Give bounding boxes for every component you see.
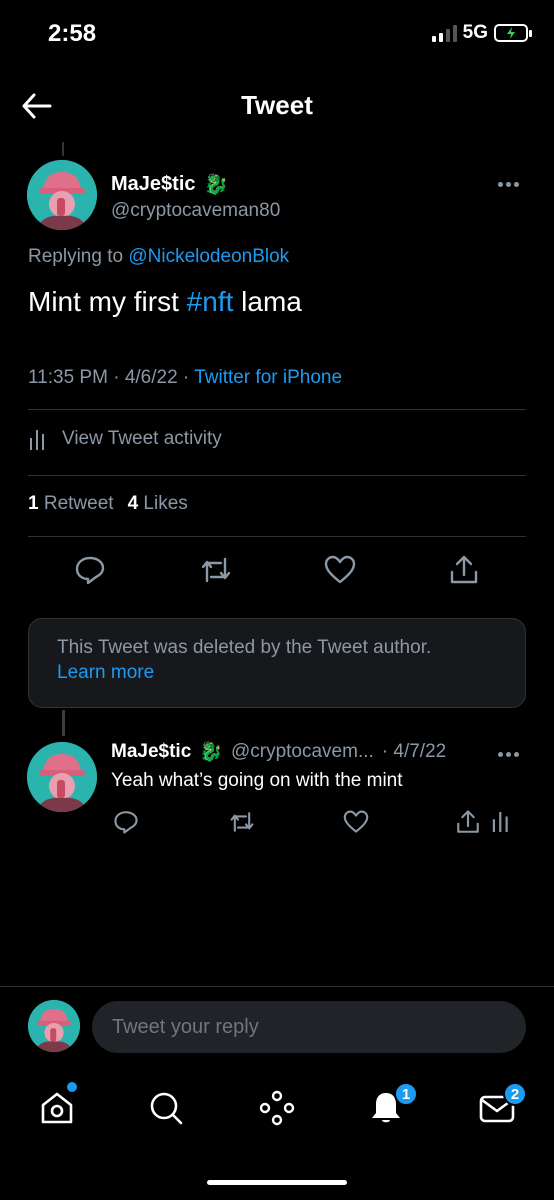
- heart-icon: [324, 555, 356, 584]
- analytics-icon: [30, 430, 44, 450]
- learn-more-link[interactable]: Learn more: [57, 660, 497, 685]
- tweet-time: 11:35 PM: [28, 367, 108, 388]
- divider: [28, 409, 526, 410]
- battery-charging-icon: [494, 24, 532, 42]
- tweet-text-after: lama: [241, 286, 302, 317]
- reply-button[interactable]: [68, 550, 112, 590]
- tweet-text-before: Mint my first: [28, 286, 179, 317]
- tweet-text: Mint my first #nft lama: [28, 286, 302, 318]
- deleted-tweet-notice: This Tweet was deleted by the Tweet auth…: [28, 618, 526, 708]
- tweet-source-link[interactable]: Twitter for iPhone: [194, 367, 342, 388]
- reply-author-name[interactable]: MaJe$tic: [111, 741, 191, 763]
- tab-messages[interactable]: 2: [473, 1082, 527, 1134]
- replying-handle-link[interactable]: @NickelodeonBlok: [128, 246, 289, 267]
- retweet-label: Retweet: [43, 493, 114, 514]
- tweet-date: 4/6/22: [124, 367, 178, 388]
- search-icon: [150, 1092, 183, 1125]
- home-icon: [41, 1092, 73, 1124]
- thread-line: [62, 142, 64, 156]
- divider: [28, 536, 526, 537]
- compose-divider: [0, 986, 554, 987]
- retweet-count: 1: [28, 493, 39, 514]
- like-button[interactable]: [338, 806, 374, 838]
- home-indicator: [207, 1180, 347, 1185]
- thread-line: [62, 710, 65, 736]
- reply-icon: [75, 556, 105, 585]
- like-stat[interactable]: 4 Likes: [128, 493, 188, 515]
- retweet-button[interactable]: [224, 806, 260, 838]
- view-activity-label: View Tweet activity: [62, 428, 222, 449]
- like-label: Likes: [143, 493, 188, 514]
- tab-home[interactable]: [33, 1082, 81, 1134]
- like-count: 4: [127, 493, 139, 514]
- retweet-icon: [230, 812, 254, 832]
- divider: [28, 475, 526, 476]
- reply-author-handle[interactable]: @cryptocavem...: [231, 741, 374, 763]
- spaces-icon: [259, 1090, 295, 1126]
- share-icon: [457, 810, 479, 833]
- status-indicators: 5G: [431, 22, 532, 44]
- reply-author-emoji: 🐉: [199, 742, 223, 763]
- avatar[interactable]: [27, 160, 97, 230]
- retweet-icon: [201, 557, 231, 583]
- signal-icon: [431, 24, 457, 42]
- hashtag-link[interactable]: #nft: [187, 286, 234, 317]
- notifications-badge: 1: [394, 1082, 418, 1106]
- page-title: Tweet: [241, 90, 313, 120]
- tab-notifications[interactable]: 1: [362, 1082, 418, 1134]
- tab-spaces[interactable]: [253, 1082, 301, 1134]
- reply-input-placeholder: Tweet your reply: [112, 1015, 259, 1038]
- status-time: 2:58: [48, 20, 97, 47]
- retweet-button[interactable]: [194, 550, 238, 590]
- author-handle[interactable]: @cryptocaveman80: [111, 200, 280, 222]
- retweet-stat[interactable]: 1 Retweet: [28, 493, 114, 515]
- replying-prefix: Replying to: [28, 246, 124, 267]
- author-emoji: 🐉: [203, 174, 229, 196]
- network-label: 5G: [462, 22, 488, 43]
- reply-input[interactable]: Tweet your reply: [92, 1001, 526, 1053]
- more-options-button[interactable]: [498, 182, 519, 187]
- engagement-counts: 1 Retweet 4 Likes: [28, 493, 188, 515]
- share-button[interactable]: [442, 550, 486, 590]
- replying-to: Replying to @NickelodeonBlok: [28, 246, 289, 268]
- reply-date: · 4/7/22: [381, 741, 447, 762]
- heart-icon: [343, 810, 369, 833]
- home-new-dot: [67, 1082, 77, 1092]
- deleted-notice-text: This Tweet was deleted by the Tweet auth…: [57, 637, 432, 658]
- reply-button[interactable]: [108, 806, 144, 838]
- more-options-button[interactable]: [498, 752, 519, 757]
- tab-search[interactable]: [142, 1082, 190, 1134]
- reply-header: MaJe$tic 🐉 @cryptocavem... · 4/7/22: [111, 740, 446, 764]
- like-button[interactable]: [318, 550, 362, 590]
- view-activity-row[interactable]: View Tweet activity: [28, 426, 222, 452]
- share-icon: [450, 555, 478, 584]
- reply-text: Yeah what’s going on with the mint: [111, 770, 403, 791]
- share-button[interactable]: [450, 806, 486, 838]
- tweet-meta: 11:35 PM · 4/6/22 · Twitter for iPhone: [28, 367, 343, 388]
- analytics-button[interactable]: [486, 806, 516, 838]
- reply-icon: [114, 811, 138, 834]
- avatar: [28, 1000, 80, 1052]
- avatar[interactable]: [27, 742, 97, 812]
- author-name[interactable]: MaJe$tic: [111, 173, 196, 196]
- analytics-icon: [492, 812, 508, 832]
- messages-badge: 2: [503, 1082, 527, 1106]
